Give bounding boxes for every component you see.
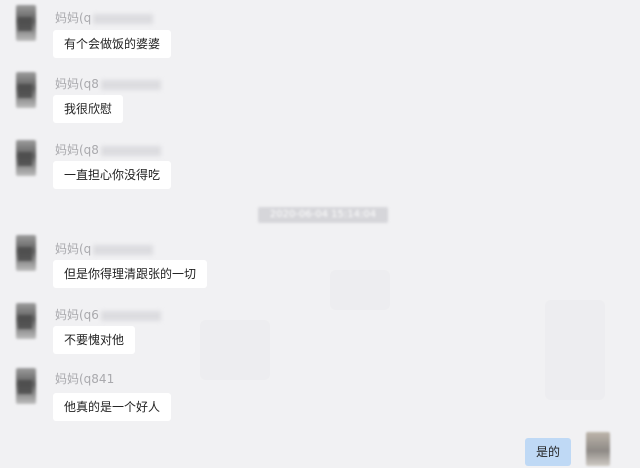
sender-name: 妈妈(q8 bbox=[55, 75, 161, 92]
sender-avatar[interactable] bbox=[16, 140, 36, 176]
timestamp-divider: 2020-06-04 15:14:04 bbox=[258, 207, 388, 223]
message-bubble[interactable]: 我很欣慰 bbox=[53, 95, 124, 123]
message-bubble[interactable]: 但是你得理清跟张的一切 bbox=[53, 260, 208, 288]
message-bubble[interactable]: 一直担心你没得吃 bbox=[53, 161, 172, 189]
sender-avatar[interactable] bbox=[16, 5, 36, 41]
sender-name: 妈妈(q bbox=[55, 9, 154, 26]
sender-avatar[interactable] bbox=[16, 303, 36, 339]
self-message-bubble[interactable]: 是的 bbox=[525, 438, 572, 466]
sender-name: 妈妈(q841 bbox=[55, 372, 115, 386]
sender-name: 妈妈(q bbox=[55, 240, 154, 257]
watermark-ghost bbox=[200, 320, 270, 380]
sender-name: 妈妈(q8 bbox=[55, 141, 161, 158]
sender-avatar[interactable] bbox=[16, 235, 36, 271]
self-avatar[interactable] bbox=[586, 432, 610, 466]
watermark-ghost bbox=[330, 270, 390, 310]
message-bubble[interactable]: 有个会做饭的婆婆 bbox=[53, 30, 172, 58]
watermark-ghost bbox=[545, 300, 605, 400]
message-bubble[interactable]: 他真的是一个好人 bbox=[53, 393, 172, 421]
sender-avatar[interactable] bbox=[16, 72, 36, 108]
sender-avatar[interactable] bbox=[16, 368, 36, 404]
message-bubble[interactable]: 不要愧对他 bbox=[53, 326, 136, 354]
sender-name: 妈妈(q6 bbox=[55, 306, 161, 323]
